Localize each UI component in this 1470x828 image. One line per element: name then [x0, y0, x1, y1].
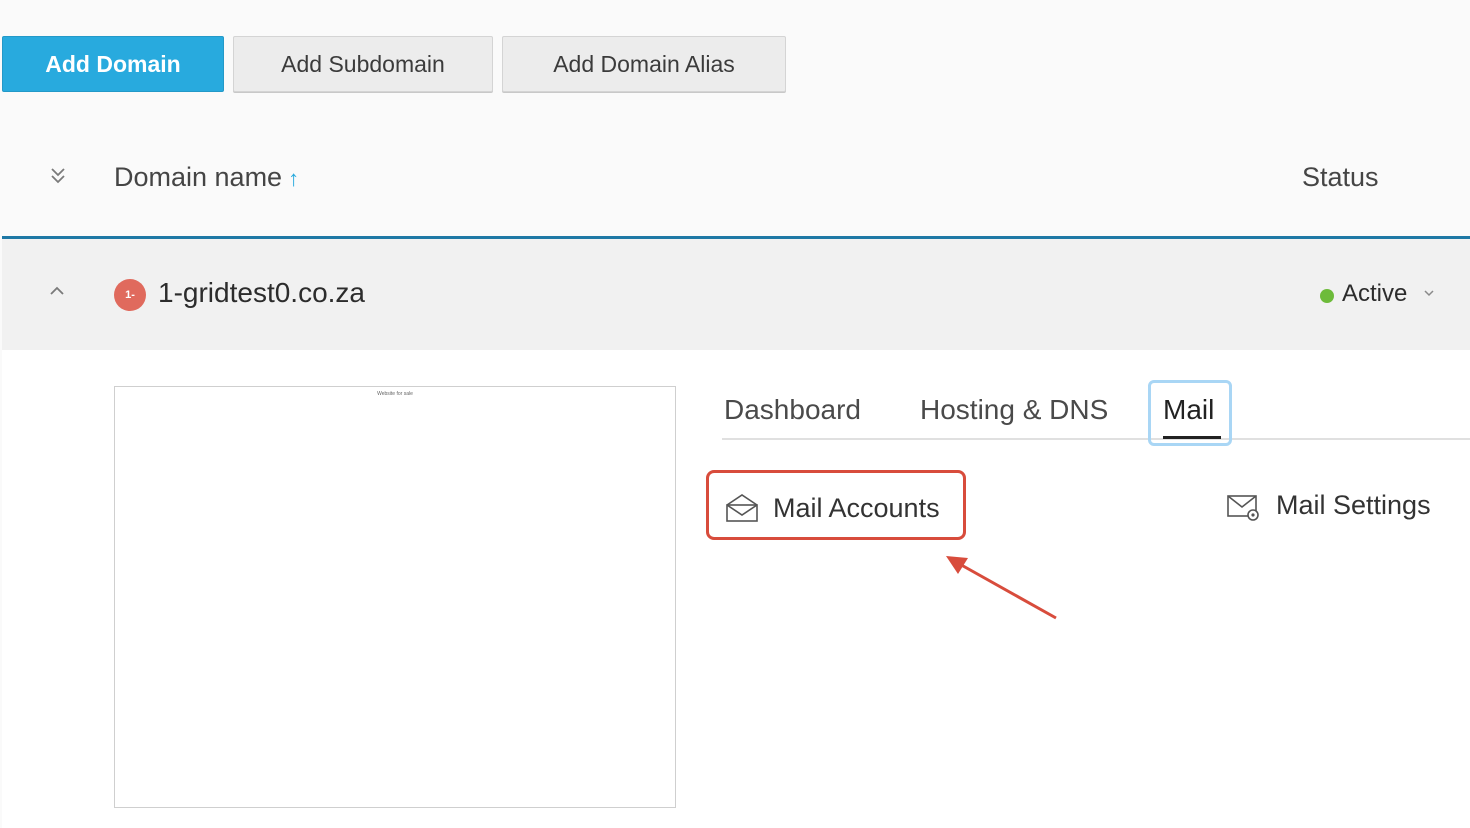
- tab-bar: Dashboard Hosting & DNS Mail: [722, 380, 1470, 446]
- mail-settings-label: Mail Settings: [1276, 490, 1431, 520]
- double-chevron-down-icon: [51, 168, 65, 184]
- domain-name-column-header[interactable]: Domain name ↑: [114, 162, 299, 193]
- chevron-down-icon[interactable]: [1423, 285, 1435, 302]
- toolbar: Add Domain Add Subdomain Add Domain Alia…: [2, 36, 795, 92]
- add-subdomain-button[interactable]: Add Subdomain: [233, 36, 493, 92]
- add-domain-button[interactable]: Add Domain: [2, 36, 224, 92]
- add-domain-alias-button[interactable]: Add Domain Alias: [502, 36, 786, 92]
- domain-name-header-label: Domain name: [114, 162, 283, 192]
- domain-row[interactable]: 1- 1-gridtest0.co.za Active: [2, 239, 1470, 350]
- expand-all-icon[interactable]: [46, 166, 70, 192]
- tab-hosting-dns[interactable]: Hosting & DNS: [920, 394, 1108, 426]
- tab-dashboard[interactable]: Dashboard: [724, 394, 861, 426]
- domains-page: Add Domain Add Subdomain Add Domain Alia…: [0, 0, 1470, 828]
- active-tab-indicator: [1163, 436, 1221, 439]
- status-dot-icon: [1320, 289, 1334, 303]
- open-envelope-icon: [726, 494, 758, 522]
- mail-settings-link[interactable]: Mail Settings: [1226, 488, 1456, 528]
- chevron-up-icon: [50, 286, 64, 295]
- domain-favicon: 1-: [114, 279, 146, 311]
- website-preview[interactable]: Website for sale: [114, 386, 676, 808]
- status-column-header[interactable]: Status: [1302, 162, 1379, 193]
- status-chevron-svg: [1424, 290, 1434, 297]
- mail-settings-icon: [1227, 495, 1259, 521]
- domain-name-link[interactable]: 1-gridtest0.co.za: [158, 277, 365, 309]
- mail-accounts-link[interactable]: Mail Accounts: [706, 470, 966, 540]
- list-header: Domain name ↑ Status: [0, 140, 1470, 220]
- arrow-up-icon: ↑: [288, 166, 300, 191]
- status-label[interactable]: Active: [1342, 280, 1407, 308]
- mail-accounts-label: Mail Accounts: [773, 493, 940, 523]
- collapse-icon[interactable]: [48, 281, 66, 302]
- annotation-arrow-icon: [946, 556, 1057, 620]
- preview-caption: Website for sale: [377, 391, 413, 397]
- tab-mail[interactable]: Mail: [1163, 394, 1214, 426]
